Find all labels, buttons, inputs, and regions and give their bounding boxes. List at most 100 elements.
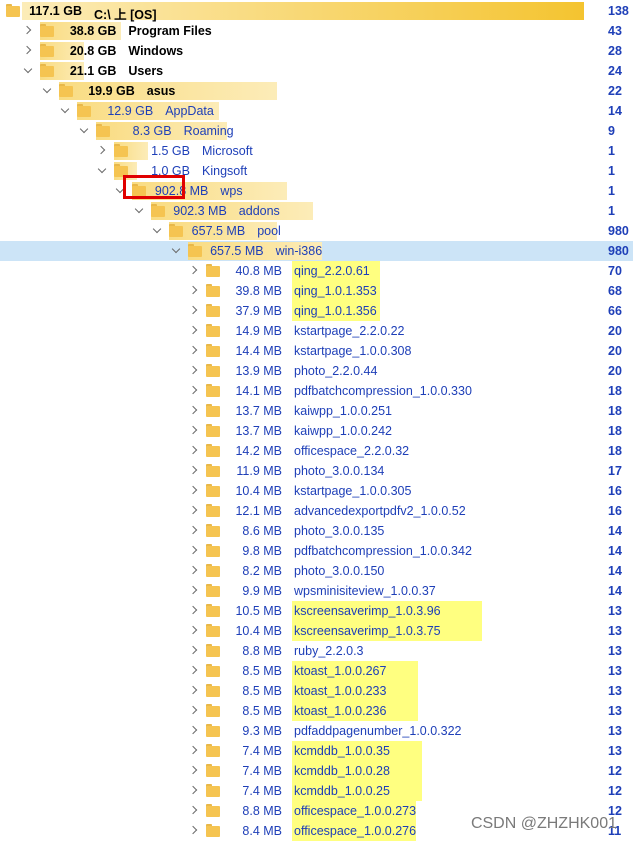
- chevron-right-icon[interactable]: [188, 761, 202, 781]
- tree-row[interactable]: 657.5 MB pool 980: [0, 221, 633, 241]
- chevron-right-icon[interactable]: [188, 501, 202, 521]
- folder-name[interactable]: officespace_2.2.0.32: [294, 444, 409, 458]
- folder-name[interactable]: kcmddb_1.0.0.25: [294, 784, 390, 798]
- chevron-right-icon[interactable]: [188, 481, 202, 501]
- folder-name[interactable]: officespace_1.0.0.276: [294, 824, 416, 838]
- chevron-right-icon[interactable]: [188, 441, 202, 461]
- tree-row[interactable]: 7.4 MB kcmddb_1.0.0.28 12: [0, 761, 633, 781]
- tree-row[interactable]: 1.5 GB Microsoft 1: [0, 141, 633, 161]
- folder-name[interactable]: kstartpage_1.0.0.308: [294, 344, 411, 358]
- tree-row[interactable]: 657.5 MB win-i386 980: [0, 241, 633, 261]
- folder-name[interactable]: qing_2.2.0.61: [294, 264, 370, 278]
- chevron-right-icon[interactable]: [188, 721, 202, 741]
- folder-name[interactable]: Program Files: [128, 24, 211, 38]
- tree-row[interactable]: 14.1 MB pdfbatchcompression_1.0.0.330 18: [0, 381, 633, 401]
- folder-name[interactable]: Users: [128, 64, 163, 78]
- folder-name[interactable]: wpsminisiteview_1.0.0.37: [294, 584, 436, 598]
- folder-name[interactable]: pdfbatchcompression_1.0.0.342: [294, 544, 472, 558]
- tree-row[interactable]: 13.7 MB kaiwpp_1.0.0.242 18: [0, 421, 633, 441]
- folder-name[interactable]: Microsoft: [202, 144, 253, 158]
- folder-name[interactable]: kaiwpp_1.0.0.242: [294, 424, 392, 438]
- folder-name[interactable]: kstartpage_1.0.0.305: [294, 484, 411, 498]
- folder-name[interactable]: qing_1.0.1.356: [294, 304, 377, 318]
- folder-name[interactable]: ktoast_1.0.0.236: [294, 704, 386, 718]
- folder-name[interactable]: ktoast_1.0.0.233: [294, 684, 386, 698]
- tree-row[interactable]: 902.8 MB wps 1: [0, 181, 633, 201]
- folder-name[interactable]: kcmddb_1.0.0.35: [294, 744, 390, 758]
- chevron-right-icon[interactable]: [188, 461, 202, 481]
- tree-row[interactable]: 7.4 MB kcmddb_1.0.0.35 13: [0, 741, 633, 761]
- chevron-down-icon[interactable]: [151, 221, 165, 241]
- chevron-right-icon[interactable]: [22, 41, 36, 61]
- chevron-down-icon[interactable]: [133, 201, 147, 221]
- tree-row[interactable]: 13.9 MB photo_2.2.0.44 20: [0, 361, 633, 381]
- folder-name[interactable]: kaiwpp_1.0.0.251: [294, 404, 392, 418]
- chevron-right-icon[interactable]: [188, 581, 202, 601]
- chevron-down-icon[interactable]: [41, 81, 55, 101]
- tree-row[interactable]: 9.3 MB pdfaddpagenumber_1.0.0.322 13: [0, 721, 633, 741]
- folder-name[interactable]: officespace_1.0.0.273: [294, 804, 416, 818]
- folder-name[interactable]: Kingsoft: [202, 164, 247, 178]
- tree-row[interactable]: 14.9 MB kstartpage_2.2.0.22 20: [0, 321, 633, 341]
- tree-row[interactable]: 10.4 MB kstartpage_1.0.0.305 16: [0, 481, 633, 501]
- tree-row[interactable]: 8.5 MB ktoast_1.0.0.236 13: [0, 701, 633, 721]
- tree-row[interactable]: 12.9 GB AppData 14: [0, 101, 633, 121]
- folder-name[interactable]: qing_1.0.1.353: [294, 284, 377, 298]
- chevron-right-icon[interactable]: [188, 381, 202, 401]
- folder-name[interactable]: kcmddb_1.0.0.28: [294, 764, 390, 778]
- chevron-right-icon[interactable]: [96, 141, 110, 161]
- chevron-right-icon[interactable]: [188, 401, 202, 421]
- folder-name[interactable]: asus: [147, 84, 176, 98]
- chevron-right-icon[interactable]: [188, 601, 202, 621]
- tree-row[interactable]: 902.3 MB addons 1: [0, 201, 633, 221]
- tree-row[interactable]: 11.9 MB photo_3.0.0.134 17: [0, 461, 633, 481]
- tree-row[interactable]: 8.8 MB ruby_2.2.0.3 13: [0, 641, 633, 661]
- chevron-right-icon[interactable]: [188, 661, 202, 681]
- folder-name[interactable]: photo_3.0.0.135: [294, 524, 384, 538]
- chevron-down-icon[interactable]: [170, 241, 184, 261]
- folder-name[interactable]: addons: [239, 204, 280, 218]
- chevron-right-icon[interactable]: [188, 641, 202, 661]
- chevron-down-icon[interactable]: [96, 161, 110, 181]
- folder-name[interactable]: kstartpage_2.2.0.22: [294, 324, 405, 338]
- tree-row[interactable]: 10.4 MB kscreensaverimp_1.0.3.75 13: [0, 621, 633, 641]
- chevron-right-icon[interactable]: [188, 301, 202, 321]
- tree-row[interactable]: 20.8 GB Windows 28: [0, 41, 633, 61]
- chevron-right-icon[interactable]: [188, 621, 202, 641]
- chevron-right-icon[interactable]: [188, 361, 202, 381]
- tree-row[interactable]: 9.9 MB wpsminisiteview_1.0.0.37 14: [0, 581, 633, 601]
- tree-row[interactable]: 10.5 MB kscreensaverimp_1.0.3.96 13: [0, 601, 633, 621]
- chevron-right-icon[interactable]: [188, 681, 202, 701]
- folder-name[interactable]: pdfbatchcompression_1.0.0.330: [294, 384, 472, 398]
- tree-row[interactable]: 37.9 MB qing_1.0.1.356 66: [0, 301, 633, 321]
- folder-name[interactable]: wps: [220, 184, 242, 198]
- chevron-right-icon[interactable]: [188, 521, 202, 541]
- folder-name[interactable]: Roaming: [184, 124, 234, 138]
- tree-row[interactable]: 13.7 MB kaiwpp_1.0.0.251 18: [0, 401, 633, 421]
- tree-row[interactable]: 14.2 MB officespace_2.2.0.32 18: [0, 441, 633, 461]
- folder-name[interactable]: ruby_2.2.0.3: [294, 644, 364, 658]
- tree-row[interactable]: 8.5 MB ktoast_1.0.0.267 13: [0, 661, 633, 681]
- tree-row[interactable]: 1.0 GB Kingsoft 1: [0, 161, 633, 181]
- tree-row[interactable]: 14.4 MB kstartpage_1.0.0.308 20: [0, 341, 633, 361]
- tree-row[interactable]: 117.1 GB C:\ 上 [OS] 138: [0, 1, 633, 22]
- chevron-right-icon[interactable]: [188, 741, 202, 761]
- chevron-right-icon[interactable]: [188, 701, 202, 721]
- chevron-right-icon[interactable]: [188, 321, 202, 341]
- folder-name[interactable]: ktoast_1.0.0.267: [294, 664, 386, 678]
- folder-name[interactable]: photo_3.0.0.134: [294, 464, 384, 478]
- tree-row[interactable]: 40.8 MB qing_2.2.0.61 70: [0, 261, 633, 281]
- folder-name[interactable]: kscreensaverimp_1.0.3.96: [294, 604, 441, 618]
- folder-name[interactable]: AppData: [165, 104, 214, 118]
- tree-row[interactable]: 8.5 MB ktoast_1.0.0.233 13: [0, 681, 633, 701]
- folder-name[interactable]: advancedexportpdfv2_1.0.0.52: [294, 504, 466, 518]
- folder-name[interactable]: Windows: [128, 44, 183, 58]
- chevron-down-icon[interactable]: [22, 61, 36, 81]
- chevron-right-icon[interactable]: [188, 541, 202, 561]
- folder-name[interactable]: kscreensaverimp_1.0.3.75: [294, 624, 441, 638]
- tree-row[interactable]: 38.8 GB Program Files 43: [0, 21, 633, 41]
- chevron-right-icon[interactable]: [188, 341, 202, 361]
- chevron-right-icon[interactable]: [188, 561, 202, 581]
- tree-row[interactable]: 7.4 MB kcmddb_1.0.0.25 12: [0, 781, 633, 801]
- tree-row[interactable]: 9.8 MB pdfbatchcompression_1.0.0.342 14: [0, 541, 633, 561]
